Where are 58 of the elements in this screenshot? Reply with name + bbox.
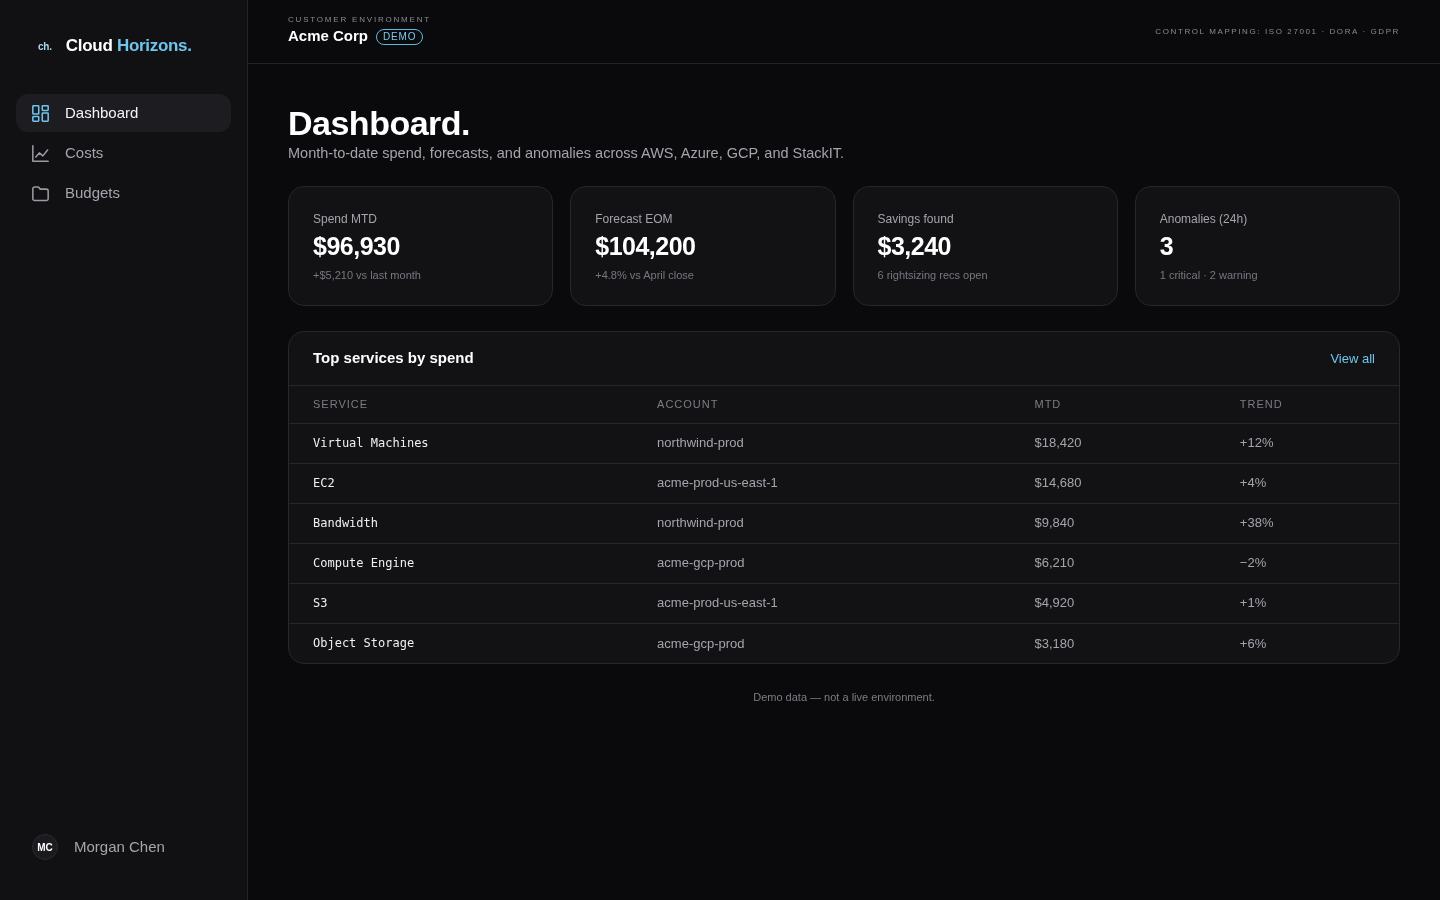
spend-cell: $6,210 bbox=[1010, 543, 1216, 583]
compliance-note: CONTROL MAPPING: ISO 27001 · DORA · GDPR bbox=[1155, 25, 1400, 38]
trend-cell: +38% bbox=[1215, 503, 1399, 543]
account-cell: northwind-prod bbox=[633, 423, 1011, 463]
stat-note: 6 rightsizing recs open bbox=[877, 268, 988, 283]
logo-mark: ch. bbox=[38, 39, 52, 54]
stat-label: Savings found bbox=[877, 211, 954, 227]
line-chart-icon bbox=[32, 144, 49, 162]
spend-cell: $3,180 bbox=[1010, 623, 1216, 663]
column-header: TREND bbox=[1215, 386, 1399, 423]
spend-cell: $18,420 bbox=[1010, 423, 1216, 463]
service-cell: Compute Engine bbox=[289, 543, 634, 583]
stat-label: Forecast EOM bbox=[595, 211, 673, 227]
user-avatar[interactable]: MC bbox=[32, 834, 58, 860]
column-header: MTD bbox=[1010, 386, 1216, 423]
spend-cell: $4,920 bbox=[1010, 583, 1216, 623]
service-cell: Object Storage bbox=[289, 623, 634, 663]
stat-label: Anomalies (24h) bbox=[1159, 211, 1248, 227]
view-all-link[interactable]: View all bbox=[1330, 348, 1375, 369]
service-cell: Virtual Machines bbox=[289, 423, 634, 463]
trend-cell: +12% bbox=[1215, 423, 1399, 463]
service-cell: S3 bbox=[289, 583, 634, 623]
account-cell: acme-prod-us-east-1 bbox=[633, 583, 1011, 623]
page-subtitle: Month-to-date spend, forecasts, and anomalies across AWS, Azure, GCP, and StackIT. bbox=[288, 144, 846, 162]
column-header: SERVICE bbox=[289, 386, 634, 423]
footer-note: Demo data — not a live environment. bbox=[752, 690, 936, 705]
section-eyebrow: CUSTOMER ENVIRONMENT bbox=[288, 15, 431, 26]
account-cell: acme-prod-us-east-1 bbox=[633, 463, 1011, 503]
user-name: Morgan Chen bbox=[74, 836, 165, 857]
customer-name: Acme Corp bbox=[288, 26, 369, 47]
brand-name: Cloud Horizons. bbox=[65, 35, 192, 58]
stat-value: $96,930 bbox=[313, 231, 400, 262]
grid-icon bbox=[32, 104, 49, 122]
trend-cell: +1% bbox=[1215, 583, 1399, 623]
account-cell: acme-gcp-prod bbox=[633, 543, 1011, 583]
spend-cell: $9,840 bbox=[1010, 503, 1216, 543]
stat-value: $3,240 bbox=[877, 231, 951, 262]
column-header: ACCOUNT bbox=[633, 386, 1011, 423]
trend-cell: +4% bbox=[1215, 463, 1399, 503]
trend-cell: −2% bbox=[1215, 543, 1399, 583]
service-cell: Bandwidth bbox=[289, 503, 634, 543]
page-title: Dashboard. bbox=[288, 103, 472, 144]
sidebar-nav-item[interactable]: Costs bbox=[16, 134, 231, 172]
account-cell: acme-gcp-prod bbox=[633, 623, 1011, 663]
folder-icon bbox=[32, 184, 49, 202]
stat-value: 3 bbox=[1159, 231, 1174, 262]
trend-cell: +6% bbox=[1215, 623, 1399, 663]
stat-label: Spend MTD bbox=[313, 211, 378, 227]
spend-cell: $14,680 bbox=[1010, 463, 1216, 503]
table-title: Top services by spend bbox=[313, 348, 474, 369]
stat-value: $104,200 bbox=[595, 231, 696, 262]
account-cell: northwind-prod bbox=[633, 503, 1011, 543]
stat-note: 1 critical · 2 warning bbox=[1159, 268, 1258, 283]
service-cell: EC2 bbox=[289, 463, 634, 503]
stat-note: +4.8% vs April close bbox=[595, 268, 694, 283]
sidebar-nav-item[interactable]: Budgets bbox=[16, 174, 231, 212]
stat-note: +$5,210 vs last month bbox=[313, 268, 421, 283]
sidebar-nav-item[interactable]: Dashboard bbox=[16, 94, 231, 132]
